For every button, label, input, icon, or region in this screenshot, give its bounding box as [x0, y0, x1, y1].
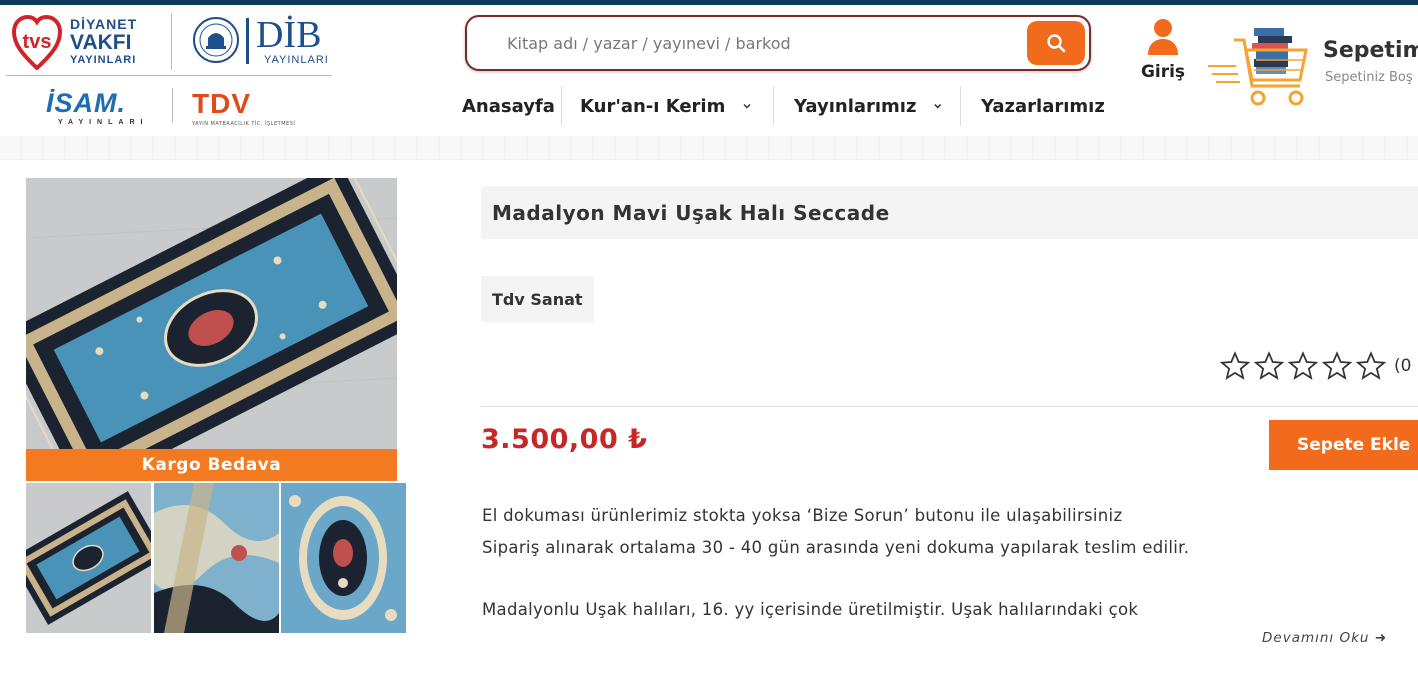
rug-image	[26, 178, 397, 481]
thumbnail-2[interactable]	[154, 483, 279, 633]
star-empty-icon[interactable]	[1219, 350, 1251, 382]
nav-item-label: Anasayfa	[462, 95, 555, 117]
star-empty-icon[interactable]	[1321, 350, 1353, 382]
rug-thumbnail-image	[281, 483, 406, 633]
decorative-pattern-strip	[0, 136, 1418, 160]
logo-text-line1: DİYANET	[70, 16, 138, 32]
thumbnail-1[interactable]	[26, 483, 151, 633]
product-main-image[interactable]	[26, 178, 397, 481]
logo-divider	[172, 88, 173, 122]
nav-item-label: Yayınlarımız	[794, 95, 917, 117]
free-shipping-badge: Kargo Bedava	[26, 449, 397, 481]
rug-thumbnail-image	[26, 483, 151, 633]
nav-item-yazarlarimiz[interactable]: Yazarlarımız	[961, 86, 1121, 126]
isam-logo-subtext: YAYINLARI	[58, 119, 149, 126]
product-price: 3.500,00 ₺	[481, 424, 648, 455]
rating-count: (0	[1394, 356, 1412, 376]
price-divider	[481, 406, 1418, 407]
search-input[interactable]	[507, 29, 1007, 57]
search-button[interactable]	[1027, 21, 1085, 65]
tvs-emblem-icon: tvs	[12, 14, 62, 70]
main-nav: Anasayfa Kur'an-ı Kerim Yayınlarımız Yaz…	[446, 86, 1121, 126]
add-to-cart-button[interactable]: Sepete Ekle	[1269, 420, 1418, 470]
dib-logo-subtext: YAYINLARI	[264, 54, 329, 66]
logo-divider	[171, 14, 172, 70]
search-icon	[1047, 34, 1066, 53]
tdv-logo-subtext: YAYIN MATBAACILIK TİC. İŞLETMESİ	[192, 121, 296, 127]
nav-item-label: Yazarlarımız	[981, 95, 1105, 117]
isam-logo-text: İSAM.	[46, 88, 127, 118]
dib-seal-icon	[193, 17, 239, 63]
logo-row-bottom: İSAM. YAYINLARI TDV YAYIN MATBAACILIK Tİ…	[6, 82, 332, 132]
chevron-down-icon	[743, 103, 751, 109]
logo-text-line3: YAYINLARI	[70, 54, 137, 66]
tdv-logo-text: TDV	[192, 88, 251, 119]
thumbnail-3[interactable]	[281, 483, 406, 633]
cart-status: Sepetiniz Boş	[1325, 70, 1413, 85]
description-line: El dokuması ürünlerimiz stokta yoksa ‘Bi…	[482, 506, 1123, 525]
product-description: El dokuması ürünlerimiz stokta yoksa ‘Bi…	[482, 500, 1382, 626]
star-empty-icon[interactable]	[1287, 350, 1319, 382]
user-icon	[1148, 19, 1178, 55]
dib-logo-text: DİB	[256, 14, 322, 56]
search-bar	[465, 15, 1091, 71]
nav-item-kuran-i-kerim[interactable]: Kur'an-ı Kerim	[562, 86, 773, 126]
rug-thumbnail-image	[154, 483, 279, 633]
product-title-box: Madalyon Mavi Uşak Halı Seccade	[481, 186, 1418, 239]
read-more-link[interactable]: Devamını Oku ➜	[1262, 630, 1387, 646]
login-label: Giriş	[1140, 62, 1186, 82]
login-button[interactable]: Giriş	[1132, 18, 1194, 88]
shopping-cart-icon	[1208, 28, 1308, 106]
isam-logo[interactable]: İSAM. YAYINLARI	[46, 88, 149, 127]
cart-widget[interactable]: Sepetim Sepetiniz Boş	[1206, 20, 1418, 120]
logo-row-top: tvs DİYANET VAKFI YAYINLARI DİB YAYINLAR…	[6, 10, 332, 76]
logo-text-line2: VAKFI	[70, 31, 132, 54]
nav-item-yayinlarimiz[interactable]: Yayınlarımız	[774, 86, 960, 126]
nav-item-label: Kur'an-ı Kerim	[580, 95, 726, 117]
top-accent-bar	[0, 0, 1418, 5]
tdv-logo[interactable]: TDV YAYIN MATBAACILIK TİC. İŞLETMESİ	[192, 88, 296, 128]
chevron-down-icon	[934, 104, 942, 109]
description-line: Sipariş alınarak ortalama 30 - 40 gün ar…	[482, 538, 1190, 557]
description-line: Madalyonlu Uşak halıları, 16. yy içerisi…	[482, 600, 1139, 619]
product-title: Madalyon Mavi Uşak Halı Seccade	[492, 200, 890, 225]
svg-text:tvs: tvs	[23, 31, 52, 53]
diyanet-vakfi-logo[interactable]: tvs DİYANET VAKFI YAYINLARI	[12, 14, 162, 72]
star-empty-icon[interactable]	[1253, 350, 1285, 382]
product-brand-link[interactable]: Tdv Sanat	[481, 276, 594, 322]
dib-logo[interactable]: DİB YAYINLARI	[192, 14, 332, 72]
cart-title: Sepetim	[1323, 38, 1418, 63]
nav-item-anasayfa[interactable]: Anasayfa	[446, 86, 561, 126]
star-empty-icon[interactable]	[1355, 350, 1387, 382]
publisher-logos: tvs DİYANET VAKFI YAYINLARI DİB YAYINLAR…	[6, 10, 332, 130]
product-rating[interactable]: (0	[1219, 350, 1411, 382]
